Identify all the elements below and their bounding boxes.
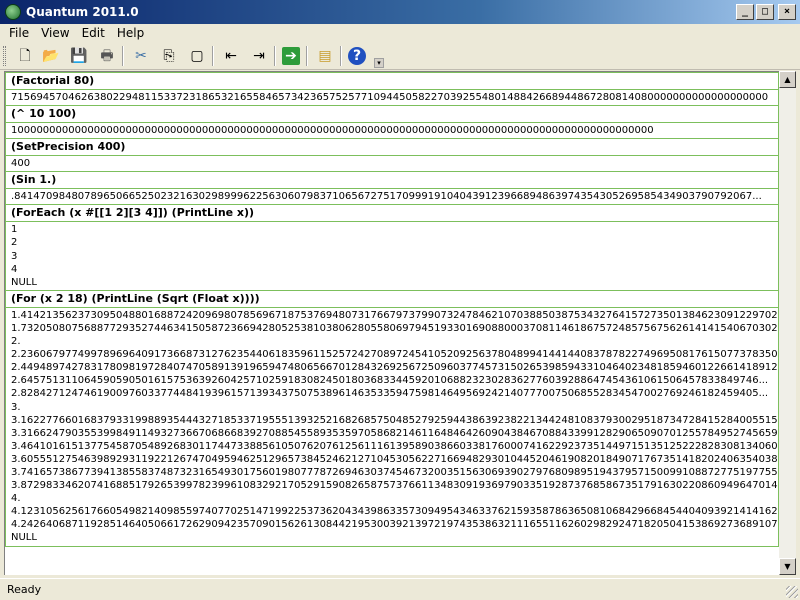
vertical-scrollbar[interactable]: ▲ ▼ xyxy=(779,71,796,575)
input-command[interactable]: (ForEach (x #[[1 2][3 4]]) (PrintLine x)… xyxy=(6,205,778,221)
menu-edit[interactable]: Edit xyxy=(76,24,111,40)
indent-icon[interactable]: ⇤ xyxy=(220,46,242,66)
toolbar-separator xyxy=(274,46,276,66)
cell-block[interactable]: (Sin 1.) .841470984807896506652502321630… xyxy=(5,172,779,206)
toolbar-grip[interactable] xyxy=(3,46,6,66)
output-result: .841470984807896506652502321630298999622… xyxy=(6,188,778,204)
input-command[interactable]: (Sin 1.) xyxy=(6,172,778,188)
cut-icon[interactable]: ✂ xyxy=(130,46,152,66)
toolbar-separator xyxy=(340,46,342,66)
paste-icon[interactable]: ▢ xyxy=(186,46,208,66)
close-button[interactable]: × xyxy=(778,4,796,20)
output-result: 1 2 3 4 NULL xyxy=(6,221,778,289)
menu-bar: File View Edit Help xyxy=(0,24,800,42)
toolbar-separator xyxy=(212,46,214,66)
minimize-button[interactable]: _ xyxy=(736,4,754,20)
maximize-button[interactable]: □ xyxy=(756,4,774,20)
open-folder-icon[interactable]: 📂 xyxy=(40,46,62,66)
cell-block[interactable]: (For (x 2 18) (PrintLine (Sqrt (Float x)… xyxy=(5,290,779,547)
output-result: 1000000000000000000000000000000000000000… xyxy=(6,122,778,138)
run-icon[interactable]: ➔ xyxy=(282,47,300,65)
new-window-icon[interactable]: ▤ xyxy=(314,46,336,66)
input-command[interactable]: (SetPrecision 400) xyxy=(6,139,778,155)
input-command[interactable]: (Factorial 80) xyxy=(6,73,778,89)
status-text: Ready xyxy=(7,583,42,596)
output-result: 1.41421356237309504880168872420969807856… xyxy=(6,306,778,546)
help-icon[interactable]: ? xyxy=(348,47,366,65)
input-command[interactable]: (^ 10 100) xyxy=(6,106,778,122)
output-result: 7156945704626380229481153372318653216558… xyxy=(6,89,778,105)
app-icon xyxy=(5,4,21,20)
toolbar-separator xyxy=(306,46,308,66)
scroll-down-arrow-icon[interactable]: ▼ xyxy=(779,558,796,575)
new-file-icon[interactable]: 🗋 xyxy=(14,46,36,66)
output-result: 400 xyxy=(6,155,778,171)
resize-grip-icon[interactable] xyxy=(786,586,798,598)
print-icon[interactable]: 🖶 xyxy=(96,46,118,66)
copy-icon[interactable]: ⎘ xyxy=(158,46,180,66)
menu-help[interactable]: Help xyxy=(111,24,150,40)
cell-block[interactable]: (SetPrecision 400) 400 xyxy=(5,139,779,173)
cell-block[interactable]: (Factorial 80) 7156945704626380229481153… xyxy=(5,72,779,107)
outdent-icon[interactable]: ⇥ xyxy=(248,46,270,66)
save-icon[interactable]: 💾 xyxy=(68,46,90,66)
cell-block[interactable]: (^ 10 100) 10000000000000000000000000000… xyxy=(5,106,779,140)
title-bar[interactable]: Quantum 2011.0 _ □ × xyxy=(0,0,800,24)
cell-block[interactable]: (ForEach (x #[[1 2][3 4]]) (PrintLine x)… xyxy=(5,205,779,291)
scroll-up-arrow-icon[interactable]: ▲ xyxy=(779,71,796,88)
toolbar-separator xyxy=(122,46,124,66)
menu-file[interactable]: File xyxy=(0,24,35,40)
main-window: Quantum 2011.0 _ □ × File View Edit Help 🗋 … xyxy=(0,0,800,600)
worksheet[interactable]: (Factorial 80) 7156945704626380229481153… xyxy=(4,71,779,575)
toolbar-overflow-chevron-icon[interactable]: ▾ xyxy=(374,58,384,68)
toolbar: 🗋 📂 💾 🖶 ✂ ⎘ ▢ ⇤ ⇥ ➔ ▤ ? ▾ xyxy=(0,42,800,70)
window-title: Quantum 2011.0 xyxy=(26,5,139,19)
input-command[interactable]: (For (x 2 18) (PrintLine (Sqrt (Float x)… xyxy=(6,291,778,307)
menu-view[interactable]: View xyxy=(35,24,75,40)
status-bar: Ready xyxy=(0,578,800,600)
